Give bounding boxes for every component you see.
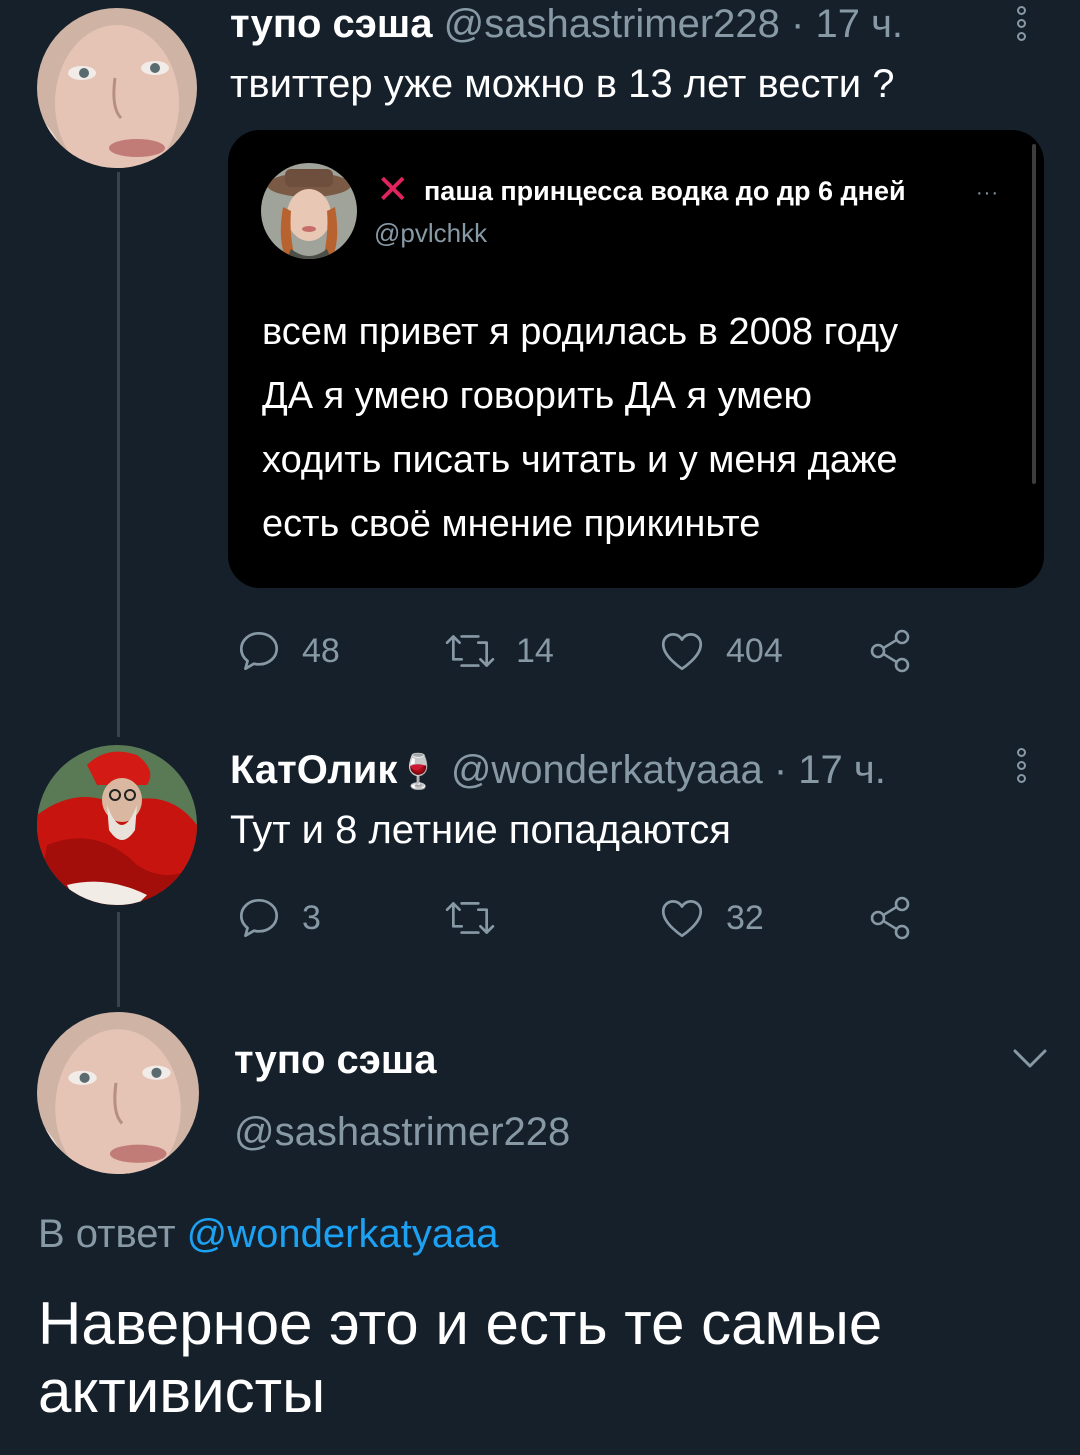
avatar[interactable]	[37, 8, 197, 168]
reply-prefix: В ответ	[38, 1212, 176, 1256]
like-count: 404	[726, 631, 783, 670]
like-button[interactable]: 404	[656, 626, 783, 676]
reply-button[interactable]: 3	[234, 893, 321, 943]
thread-line	[117, 172, 120, 737]
timestamp[interactable]: 17 ч.	[798, 748, 886, 792]
share-button[interactable]	[866, 626, 914, 676]
reply-count: 48	[302, 631, 340, 670]
avatar[interactable]	[37, 745, 197, 905]
retweet-button[interactable]	[442, 893, 516, 943]
heart-icon	[661, 632, 703, 671]
quoted-author-name: паша принцесса водка до др 6 дней	[424, 176, 906, 206]
author-handle[interactable]: @sashastrimer228	[234, 1110, 570, 1155]
retweet-icon	[445, 902, 495, 934]
tweet-header: КатОлик🍷 @wonderkatyaaa · 17 ч.	[230, 748, 886, 793]
timestamp[interactable]: 17 ч.	[815, 2, 903, 46]
quoted-text-line: есть своё мнение прикиньте	[262, 503, 761, 545]
scrollbar	[1032, 144, 1036, 484]
retweet-count: 14	[516, 631, 554, 670]
reply-to-link[interactable]: @wonderkatyaaa	[187, 1212, 499, 1256]
share-icon	[870, 629, 910, 673]
more-icon: ···	[976, 182, 999, 204]
author-name[interactable]: КатОлик	[230, 748, 397, 792]
tweet-thread: тупо сэша @sashastrimer228 · 17 ч. твитт…	[0, 0, 1080, 1455]
vertical-dots-icon[interactable]	[1014, 748, 1028, 783]
tweet-text-line: активисты	[38, 1358, 326, 1425]
close-icon: ✕	[376, 168, 410, 212]
wine-glass-icon: 🍷	[397, 753, 440, 791]
retweet-icon	[445, 635, 495, 667]
heart-icon	[661, 899, 703, 938]
reply-context: В ответ @wonderkatyaaa	[38, 1212, 499, 1257]
quoted-text: всем привет я родилась в 2008 году ДА я …	[262, 300, 1022, 556]
share-button[interactable]	[866, 893, 914, 943]
author-name[interactable]: тупо сэша	[230, 2, 432, 46]
retweet-button[interactable]: 14	[442, 626, 554, 676]
avatar	[261, 163, 357, 259]
attached-image[interactable]: ✕ паша принцесса водка до др 6 дней ··· …	[228, 130, 1044, 588]
share-icon	[870, 896, 910, 940]
tweet-text: Тут и 8 летние попадаются	[230, 808, 731, 852]
vertical-dots-icon[interactable]	[1014, 6, 1028, 41]
like-button[interactable]: 32	[656, 893, 764, 943]
tweet-text: твиттер уже можно в 13 лет вести ?	[230, 62, 895, 106]
author-handle[interactable]: @wonderkatyaaa	[451, 748, 763, 792]
quoted-author-handle: @pvlchkk	[374, 218, 488, 248]
author-handle[interactable]: @sashastrimer228	[444, 2, 780, 46]
tweet-text-line: Наверное это и есть те самые	[38, 1290, 883, 1357]
tweet-header: тупо сэша @sashastrimer228 · 17 ч.	[230, 2, 903, 47]
quoted-text-line: всем привет я родилась в 2008 году	[262, 311, 899, 353]
quoted-text-line: ходить писать читать и у меня даже	[262, 439, 898, 481]
separator: ·	[773, 748, 788, 792]
reply-button[interactable]: 48	[234, 626, 340, 676]
author-name[interactable]: тупо сэша	[234, 1038, 436, 1083]
speech-bubble-icon	[239, 631, 279, 671]
separator: ·	[791, 2, 805, 46]
speech-bubble-icon	[239, 898, 279, 938]
avatar[interactable]	[37, 1012, 199, 1174]
tweet-text: Наверное это и есть те самые активисты	[38, 1290, 882, 1426]
chevron-down-icon[interactable]	[1012, 1045, 1048, 1073]
quoted-text-line: ДА я умею говорить ДА я умею	[262, 375, 812, 417]
reply-count: 3	[302, 898, 321, 937]
like-count: 32	[726, 898, 764, 937]
thread-line	[117, 912, 120, 1007]
